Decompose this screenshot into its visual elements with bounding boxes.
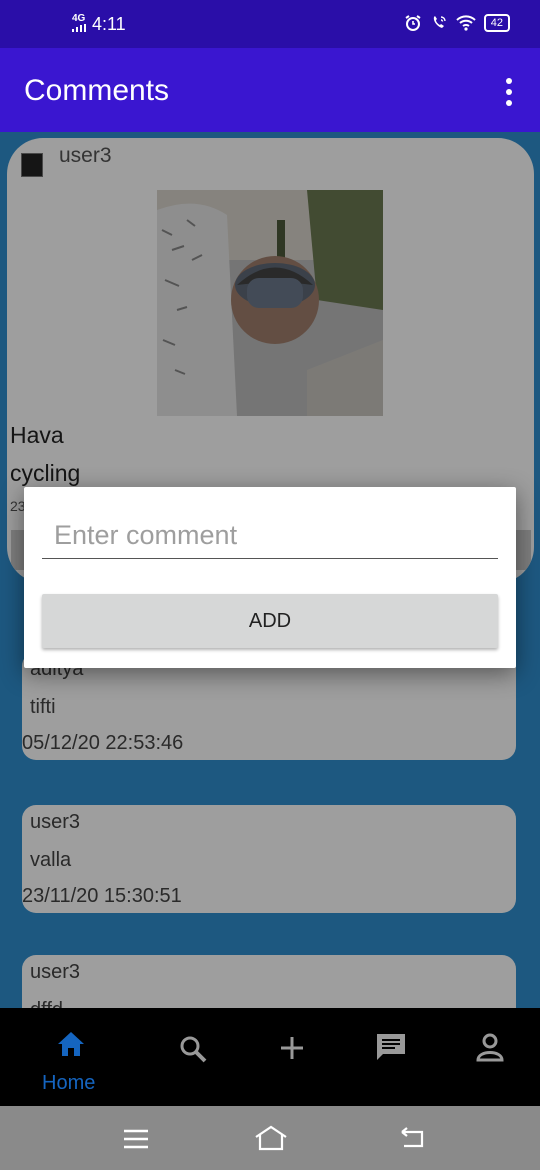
app-bar: Comments (0, 48, 540, 132)
chat-icon (377, 1034, 405, 1060)
profile-icon (476, 1033, 504, 1062)
overflow-menu-icon[interactable] (506, 78, 512, 106)
signal-icon (72, 24, 86, 32)
nav-search[interactable] (178, 1034, 208, 1069)
comment-dialog: ADD (24, 487, 516, 668)
nav-chat[interactable] (375, 1032, 407, 1067)
bottom-navigation: Home (0, 1008, 540, 1106)
add-icon (281, 1037, 303, 1059)
status-bar: 4G 4:11 42 (0, 0, 540, 48)
nav-add[interactable] (278, 1034, 306, 1067)
page-title: Comments (24, 74, 170, 107)
nav-profile[interactable] (476, 1032, 504, 1067)
nav-home-label[interactable]: Home (42, 1072, 95, 1095)
comment-input[interactable] (42, 513, 498, 559)
status-left: 4G 4:11 (72, 14, 126, 35)
status-right: 42 (404, 14, 510, 32)
nav-home[interactable] (56, 1030, 86, 1063)
recent-apps-button[interactable] (122, 1128, 150, 1155)
wifi-call-icon (433, 16, 446, 28)
back-icon (401, 1127, 424, 1148)
menu-lines-icon (124, 1129, 148, 1149)
home-button[interactable] (254, 1124, 288, 1157)
clock: 4:11 (92, 14, 126, 34)
system-navigation-bar (0, 1106, 540, 1170)
network-indicator: 4G (72, 14, 86, 35)
add-button[interactable]: ADD (42, 594, 498, 648)
battery-level: 42 (483, 14, 510, 32)
search-icon (180, 1036, 207, 1063)
alarm-icon (405, 15, 421, 31)
wifi-icon (456, 15, 476, 31)
network-type: 4G (72, 13, 86, 24)
home-icon (58, 1032, 84, 1056)
home-outline-icon (255, 1125, 287, 1151)
back-button[interactable] (398, 1126, 426, 1155)
